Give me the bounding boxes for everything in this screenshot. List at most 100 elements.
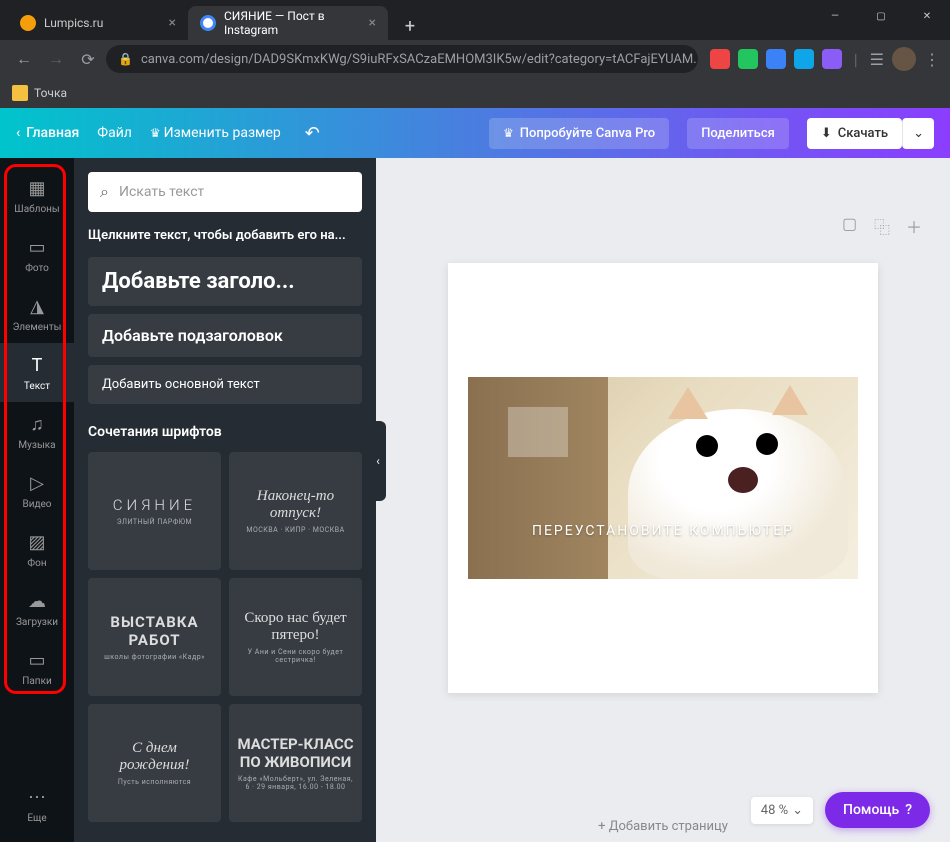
add-subheading-button[interactable]: Добавьте подзаголовок <box>88 314 362 357</box>
zoom-control[interactable]: 48 % ⌄ <box>751 797 813 824</box>
search-input[interactable] <box>119 184 350 200</box>
crown-icon: ♛ <box>150 126 164 140</box>
bookmark-label[interactable]: Точка <box>34 86 67 100</box>
sidebar-label: Музыка <box>18 440 55 451</box>
canvas-image[interactable]: ПЕРЕУСТАНОВИТЕ КОМПЬЮТЕР <box>468 377 858 579</box>
canvas-page[interactable]: ПЕРЕУСТАНОВИТЕ КОМПЬЮТЕР <box>448 263 878 693</box>
chevron-down-icon: ⌄ <box>792 803 803 818</box>
resize-menu[interactable]: ♛ Изменить размер <box>150 125 281 141</box>
share-button[interactable]: Поделиться <box>687 118 789 149</box>
chevron-left-icon: ‹ <box>16 125 20 141</box>
folders-icon: ▭ <box>25 648 49 672</box>
font-combo-card[interactable]: СИЯНИЕЭЛИТНЫЙ ПАРФЮМ <box>88 452 221 570</box>
sidebar-item-photo[interactable]: ▭Фото <box>0 225 74 284</box>
uploads-icon: ☁ <box>25 589 49 613</box>
browser-tab-active[interactable]: СИЯНИЕ — Пост в Instagram × <box>188 6 388 40</box>
close-button[interactable]: ✕ <box>904 0 950 32</box>
close-icon[interactable]: × <box>169 15 176 31</box>
font-combo-card[interactable]: МАСТЕР-КЛАСС ПО ЖИВОПИСИКафе «Мольберт»,… <box>229 704 362 822</box>
home-button[interactable]: ‹ Главная <box>16 125 79 141</box>
menu-icon[interactable]: ⋮ <box>924 50 940 69</box>
add-heading-button[interactable]: Добавьте заголо... <box>88 257 362 306</box>
page-action-icons: ▢ ⿻ ＋ <box>842 214 924 232</box>
duplicate-icon[interactable]: ⿻ <box>874 214 892 232</box>
address-input[interactable]: 🔒 canva.com/design/DAD9SKmxKWg/S9iuRFxSA… <box>106 45 698 73</box>
reload-icon[interactable]: ⟳ <box>74 45 102 73</box>
lock-icon: 🔒 <box>118 52 133 66</box>
close-icon[interactable]: × <box>369 15 376 31</box>
sidebar-label: Текст <box>24 381 50 392</box>
font-combo-card[interactable]: Скоро нас будет пятеро!У Ани и Сени скор… <box>229 578 362 696</box>
sidebar-item-background[interactable]: ▨ Фон <box>0 520 74 579</box>
download-dropdown[interactable]: ⌄ <box>902 118 934 149</box>
help-label: Помощь <box>843 802 899 818</box>
canvas-area: ▢ ⿻ ＋ ПЕРЕУСТАНОВИТЕ КОМПЬЮТЕР + Добавит… <box>376 158 950 842</box>
tab-favicon <box>200 15 216 31</box>
sidebar-item-uploads[interactable]: ☁ Загрузки <box>0 579 74 638</box>
forward-icon[interactable]: → <box>42 45 70 73</box>
sidebar-item-more[interactable]: ⋯ Еще <box>0 775 74 834</box>
templates-icon: ▦ <box>25 176 49 200</box>
minimize-button[interactable]: — <box>812 0 858 32</box>
text-icon: T <box>25 353 49 377</box>
file-menu[interactable]: Файл <box>97 125 132 141</box>
sidebar-item-video[interactable]: ▷ Видео <box>0 461 74 520</box>
folder-icon <box>12 85 28 101</box>
text-panel: ⌕ Щелкните текст, чтобы добавить его на.… <box>74 158 376 842</box>
profile-avatar[interactable] <box>892 47 916 71</box>
window-controls: — ▢ ✕ <box>812 0 950 32</box>
background-icon: ▨ <box>25 530 49 554</box>
sidebar-item-templates[interactable]: ▦Шаблоны <box>0 166 74 225</box>
elements-icon: ◮ <box>25 294 49 318</box>
sidebar-item-folders[interactable]: ▭Папки <box>0 638 74 697</box>
canvas-wrap[interactable]: ПЕРЕУСТАНОВИТЕ КОМПЬЮТЕР <box>376 158 950 797</box>
question-icon: ? <box>905 802 912 818</box>
extension-icon[interactable] <box>794 49 814 69</box>
notes-icon[interactable]: ▢ <box>842 214 860 232</box>
panel-hint: Щелкните текст, чтобы добавить его на... <box>88 228 362 243</box>
chevron-down-icon: ⌄ <box>913 126 924 141</box>
home-label: Главная <box>26 125 79 141</box>
sidebar-label: Еще <box>27 813 46 824</box>
extension-icon[interactable] <box>822 49 842 69</box>
main-area: ▦Шаблоны ▭Фото ◮Элементы TТекст ♫Музыка … <box>0 158 950 842</box>
sidebar-label: Видео <box>22 499 51 510</box>
extension-icon[interactable] <box>710 49 730 69</box>
sidebar-item-music[interactable]: ♫Музыка <box>0 402 74 461</box>
font-combo-card[interactable]: Наконец-то отпуск!МОСКВА · КИПР · МОСКВА <box>229 452 362 570</box>
font-combo-card[interactable]: С днем рождения!Пусть исполняются <box>88 704 221 822</box>
help-button[interactable]: Помощь ? <box>825 792 930 828</box>
video-icon: ▷ <box>25 471 49 495</box>
extension-icons: | ☰ ⋮ <box>710 47 940 71</box>
browser-tab[interactable]: Lumpics.ru × <box>8 6 188 40</box>
sidebar-label: Элементы <box>13 322 62 333</box>
search-icon: ⌕ <box>100 182 109 202</box>
more-icon: ⋯ <box>25 785 49 809</box>
extension-icon[interactable] <box>766 49 786 69</box>
canva-header: ‹ Главная Файл ♛ Изменить размер ↶ ♛ Поп… <box>0 108 950 158</box>
try-pro-label: Попробуйте Canva Pro <box>520 126 655 141</box>
add-icon[interactable]: ＋ <box>906 214 924 232</box>
tab-title: СИЯНИЕ — Пост в Instagram <box>224 9 361 37</box>
sidebar-label: Фон <box>27 558 46 569</box>
maximize-button[interactable]: ▢ <box>858 0 904 32</box>
address-bar-row: ← → ⟳ 🔒 canva.com/design/DAD9SKmxKWg/S9i… <box>0 40 950 78</box>
search-box[interactable]: ⌕ <box>88 172 362 212</box>
extension-icon[interactable] <box>738 49 758 69</box>
sidebar-item-text[interactable]: T Текст <box>0 343 74 402</box>
download-button[interactable]: ⬇ Скачать <box>807 118 902 149</box>
reading-list-icon[interactable]: ☰ <box>870 50 884 69</box>
divider: | <box>854 50 858 69</box>
sidebar-label: Загрузки <box>16 617 58 628</box>
sidebar-item-elements[interactable]: ◮ Элементы <box>0 284 74 343</box>
new-tab-button[interactable]: + <box>396 12 424 40</box>
undo-button[interactable]: ↶ <box>305 123 320 144</box>
canvas-text-element[interactable]: ПЕРЕУСТАНОВИТЕ КОМПЬЮТЕР <box>468 523 858 539</box>
back-icon[interactable]: ← <box>10 45 38 73</box>
try-pro-button[interactable]: ♛ Попробуйте Canva Pro <box>489 118 669 149</box>
font-combo-card[interactable]: ВЫСТАВКА РАБОТшколы фотографии «Кадр» <box>88 578 221 696</box>
bottom-controls: 48 % ⌄ Помощь ? <box>751 792 930 828</box>
panel-collapse-chevron[interactable]: ‹ <box>370 421 386 501</box>
tab-favicon <box>20 15 36 31</box>
add-body-button[interactable]: Добавить основной текст <box>88 365 362 404</box>
